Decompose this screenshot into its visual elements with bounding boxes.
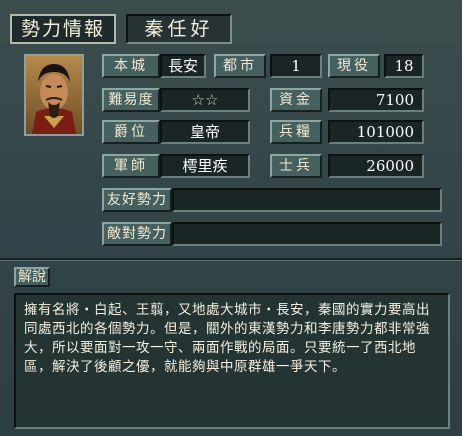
officers-label: 現役	[328, 54, 380, 78]
funds-value: 7100	[375, 91, 414, 109]
difficulty-label: 難易度	[102, 88, 160, 112]
explanation-text: 擁有名將・白起、王翦，又地處大城市・長安，秦國的實力要高出同處西北的各個勢力。但…	[14, 293, 450, 429]
section-divider	[0, 258, 462, 261]
home-city-label: 本城	[102, 54, 160, 78]
faction-name: 秦任好	[126, 14, 232, 44]
ruler-portrait-image	[26, 56, 82, 134]
faction-info-window: 勢力情報 秦任好 本城 長安 都市 1 現役 18 難易度 ☆☆ 資金 7100…	[0, 0, 462, 436]
allied-forces-field	[172, 188, 442, 212]
rank-value: 皇帝	[189, 123, 220, 141]
home-city-field: 長安	[160, 54, 206, 78]
cities-field: 1	[270, 54, 322, 78]
soldiers-field: 26000	[328, 154, 424, 178]
rank-field: 皇帝	[160, 120, 250, 144]
hostile-forces-label: 敵對勢力	[102, 222, 172, 246]
window-title: 勢力情報	[10, 14, 116, 44]
officers-value: 18	[394, 57, 414, 75]
provisions-value: 101000	[356, 123, 414, 141]
advisor-field: 樗里疾	[160, 154, 250, 178]
provisions-label: 兵糧	[270, 120, 322, 144]
provisions-field: 101000	[328, 120, 424, 144]
advisor-label: 軍師	[102, 154, 160, 178]
hostile-forces-value	[174, 224, 440, 244]
home-city-value: 長安	[167, 57, 198, 75]
officers-field: 18	[384, 54, 424, 78]
cities-value: 1	[291, 57, 301, 75]
advisor-value: 樗里疾	[182, 157, 228, 175]
soldiers-label: 士兵	[270, 154, 322, 178]
soldiers-value: 26000	[366, 157, 414, 175]
cities-label: 都市	[214, 54, 266, 78]
allied-forces-value	[174, 190, 440, 210]
ruler-portrait-icon	[24, 54, 84, 136]
explanation-tab[interactable]: 解說	[14, 267, 50, 287]
funds-field: 7100	[328, 88, 424, 112]
rank-label: 爵位	[102, 120, 160, 144]
allied-forces-label: 友好勢力	[102, 188, 172, 212]
difficulty-field: ☆☆	[160, 88, 250, 112]
hostile-forces-field	[172, 222, 442, 246]
difficulty-stars-icon: ☆☆	[191, 91, 219, 109]
funds-label: 資金	[270, 88, 322, 112]
